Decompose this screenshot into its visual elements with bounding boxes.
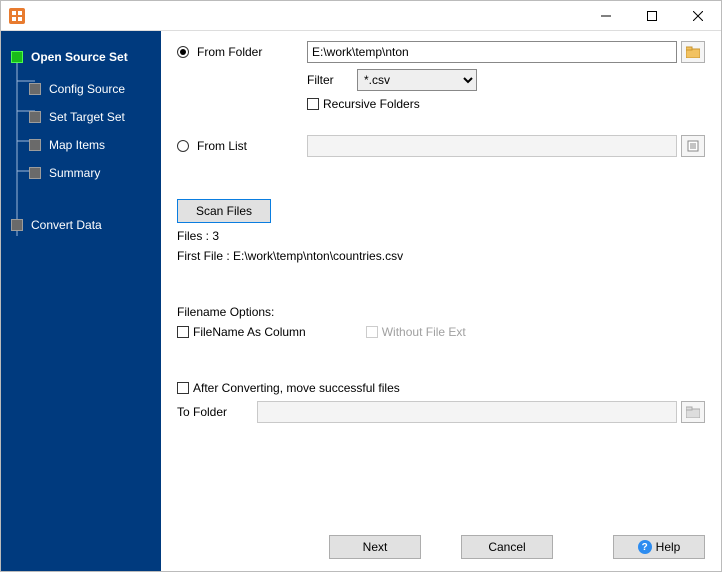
cancel-button[interactable]: Cancel <box>461 535 553 559</box>
node-icon <box>29 139 41 151</box>
nav-label: Convert Data <box>31 218 102 232</box>
node-icon <box>29 167 41 179</box>
recursive-label: Recursive Folders <box>323 97 420 111</box>
filename-as-column-label: FileName As Column <box>193 325 306 339</box>
sidebar: Open Source Set Config Source Set Target… <box>1 31 161 571</box>
nav-label: Config Source <box>49 82 125 96</box>
browse-folder-button[interactable] <box>681 41 705 63</box>
after-convert-checkbox[interactable] <box>177 382 189 394</box>
browse-list-button[interactable] <box>681 135 705 157</box>
app-icon <box>9 8 25 24</box>
nav-label: Open Source Set <box>31 50 128 64</box>
nav-label: Set Target Set <box>49 110 125 124</box>
without-ext-label: Without File Ext <box>382 325 466 339</box>
browse-to-folder-button[interactable] <box>681 401 705 423</box>
filename-options-label: Filename Options: <box>177 305 274 319</box>
scan-files-button[interactable]: Scan Files <box>177 199 271 223</box>
titlebar <box>1 1 721 31</box>
files-count: Files : 3 <box>177 229 219 243</box>
node-icon <box>11 51 23 63</box>
node-icon <box>29 111 41 123</box>
from-list-input <box>307 135 677 157</box>
nav-label: Map Items <box>49 138 105 152</box>
node-icon <box>11 219 23 231</box>
nav-set-target-set[interactable]: Set Target Set <box>1 103 161 131</box>
from-list-radio[interactable] <box>177 140 189 152</box>
close-button[interactable] <box>675 1 721 31</box>
nav-label: Summary <box>49 166 100 180</box>
minimize-button[interactable] <box>583 1 629 31</box>
main-panel: From Folder Filter *.csv Recursive Fol <box>161 31 721 571</box>
nav-convert-data[interactable]: Convert Data <box>1 211 161 239</box>
filename-as-column-checkbox[interactable] <box>177 326 189 338</box>
nav-config-source[interactable]: Config Source <box>1 75 161 103</box>
filter-label: Filter <box>307 73 357 87</box>
to-folder-input <box>257 401 677 423</box>
from-folder-input[interactable] <box>307 41 677 63</box>
node-icon <box>29 83 41 95</box>
filter-select[interactable]: *.csv <box>357 69 477 91</box>
next-button[interactable]: Next <box>329 535 421 559</box>
help-label: Help <box>656 540 681 554</box>
first-file: First File : E:\work\temp\nton\countries… <box>177 249 403 263</box>
to-folder-label: To Folder <box>177 405 227 419</box>
without-ext-checkbox <box>366 326 378 338</box>
nav-open-source-set[interactable]: Open Source Set <box>1 43 161 71</box>
from-folder-label: From Folder <box>197 45 262 59</box>
help-icon: ? <box>638 540 652 554</box>
maximize-button[interactable] <box>629 1 675 31</box>
recursive-checkbox[interactable] <box>307 98 319 110</box>
from-list-label: From List <box>197 139 247 153</box>
button-bar: Next Cancel ? Help <box>177 523 705 571</box>
after-convert-label: After Converting, move successful files <box>193 381 400 395</box>
from-folder-radio[interactable] <box>177 46 189 58</box>
nav-summary[interactable]: Summary <box>1 159 161 187</box>
nav-map-items[interactable]: Map Items <box>1 131 161 159</box>
help-button[interactable]: ? Help <box>613 535 705 559</box>
